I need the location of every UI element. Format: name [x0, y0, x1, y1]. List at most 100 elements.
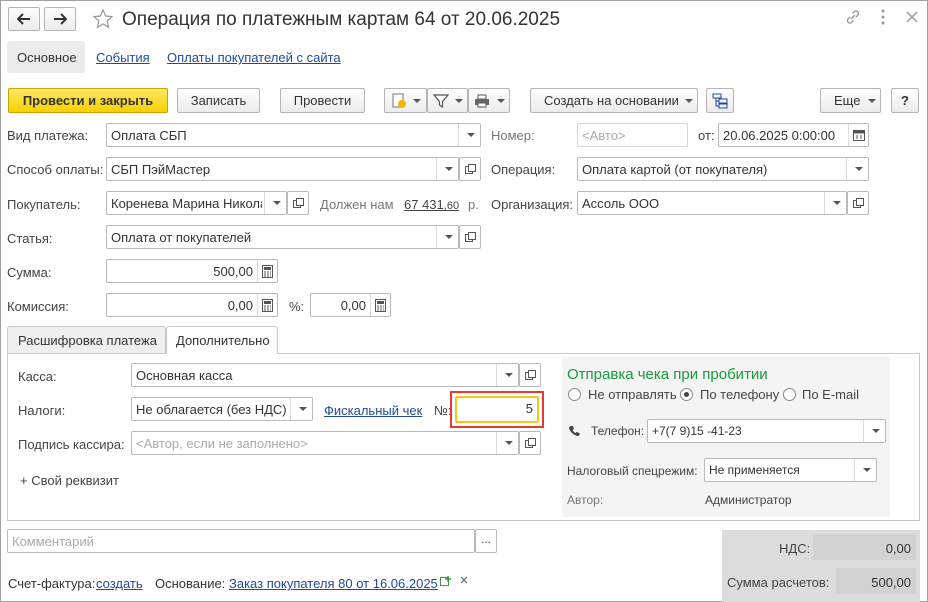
radio-by-phone[interactable] [680, 388, 693, 401]
calculator-icon [375, 299, 386, 312]
chevron-down-icon[interactable] [824, 192, 846, 214]
nav-tab-main-label: Основное [17, 50, 77, 65]
commission-field[interactable]: 0,00 [106, 293, 278, 317]
help-button[interactable]: ? [891, 88, 919, 113]
article-value: Оплата от покупателей [111, 230, 252, 245]
percent-label: %: [289, 299, 305, 314]
debt-cents: ,60 [443, 200, 460, 212]
cash-open-button[interactable] [519, 363, 541, 387]
open-icon [293, 198, 304, 208]
sum-label: Сумма: [7, 265, 52, 280]
organization-field[interactable]: Ассоль ООО [577, 191, 847, 215]
tax-mode-label: Налоговый спецрежим: [567, 464, 698, 478]
chevron-down-icon[interactable] [846, 158, 868, 180]
cash-value: Основная касса [136, 368, 233, 383]
vat-label: НДС: [779, 541, 811, 556]
chevron-down-icon[interactable] [496, 364, 518, 386]
radio-by-email[interactable] [783, 388, 796, 401]
operation-value: Оплата картой (от покупателя) [582, 162, 768, 177]
sum-field[interactable]: 500,00 [106, 259, 278, 283]
payment-type-field[interactable]: Оплата СБП [106, 123, 481, 147]
comment-field[interactable]: Комментарий [7, 529, 475, 553]
payment-method-label: Способ оплаты: [7, 162, 104, 177]
link-icon[interactable] [845, 9, 861, 25]
more-menu-icon[interactable] [880, 9, 886, 25]
basis-label: Основание: [155, 576, 226, 591]
percent-field[interactable]: 0,00 [310, 293, 391, 317]
cash-field[interactable]: Основная касса [131, 363, 519, 387]
cashier-open-button[interactable] [519, 431, 541, 455]
create-based-button[interactable]: Создать на основании [530, 88, 698, 113]
calculator-button[interactable] [370, 294, 390, 316]
tax-mode-field[interactable]: Не применяется [704, 458, 877, 482]
report-button[interactable] [384, 88, 427, 113]
operation-label: Операция: [491, 162, 556, 177]
chevron-down-icon[interactable] [496, 432, 518, 454]
calculator-button[interactable] [257, 260, 277, 282]
taxes-field[interactable]: Не облагается (без НДС) [131, 397, 313, 421]
debt-amount: 67 431 [404, 197, 444, 212]
post-and-close-button[interactable]: Провести и закрыть [8, 88, 168, 113]
taxes-value: Не облагается (без НДС) [136, 402, 287, 417]
calculator-button[interactable] [257, 294, 277, 316]
chevron-down-icon[interactable] [458, 124, 480, 146]
article-open-button[interactable] [459, 225, 481, 249]
article-field[interactable]: Оплата от покупателей [106, 225, 459, 249]
invoice-create-link[interactable]: создать [96, 576, 143, 591]
nav-tab-events[interactable]: События [96, 50, 150, 65]
cashier-field[interactable]: <Автор, если не заполнено> [131, 431, 519, 455]
chevron-down-icon[interactable] [264, 192, 286, 214]
operation-field[interactable]: Оплата картой (от покупателя) [577, 157, 869, 181]
post-button[interactable]: Провести [280, 88, 365, 113]
sum-value: 500,00 [213, 264, 253, 279]
comment-expand-button[interactable]: ... [475, 529, 497, 553]
document-report-icon [392, 93, 406, 108]
back-button[interactable] [8, 7, 40, 31]
number-placeholder: <Авто> [582, 128, 626, 143]
fiscal-receipt-link[interactable]: Фискальный чек [324, 403, 422, 418]
debt-label: Должен нам [320, 197, 394, 212]
chevron-down-icon[interactable] [290, 398, 312, 420]
receipt-number-field[interactable]: 5 [455, 396, 539, 423]
inner-tab-payment-details[interactable]: Расшифровка платежа [7, 326, 166, 353]
cashier-label: Подпись кассира: [18, 437, 125, 452]
buyer-open-button[interactable] [287, 191, 309, 215]
add-basis-icon[interactable] [440, 575, 452, 587]
filter-button[interactable] [427, 88, 468, 113]
chevron-down-icon [413, 99, 421, 103]
chevron-down-icon[interactable] [436, 158, 458, 180]
close-icon[interactable] [906, 11, 918, 23]
payment-method-field[interactable]: СБП ПэйМастер [106, 157, 459, 181]
open-icon [465, 164, 476, 174]
date-label: от: [698, 128, 715, 143]
structure-button[interactable] [706, 88, 734, 113]
basis-link[interactable]: Заказ покупателя 80 от 16.06.2025 [229, 576, 438, 591]
cashier-placeholder: <Автор, если не заполнено> [136, 436, 308, 451]
tax-mode-value: Не применяется [709, 463, 800, 477]
favorite-star-icon[interactable] [92, 8, 114, 30]
payment-method-open-button[interactable] [459, 157, 481, 181]
more-button[interactable]: Еще [820, 88, 881, 113]
chevron-down-icon[interactable] [854, 459, 876, 481]
inner-tab-additional[interactable]: Дополнительно [166, 326, 278, 354]
receipt-title: Отправка чека при пробитии [567, 366, 768, 383]
forward-button[interactable] [44, 7, 76, 31]
open-icon [525, 438, 536, 448]
organization-open-button[interactable] [847, 191, 869, 215]
chevron-down-icon[interactable] [436, 226, 458, 248]
chevron-down-icon[interactable] [863, 420, 885, 442]
add-own-property-button[interactable]: + Свой реквизит [20, 473, 119, 488]
save-button[interactable]: Записать [177, 88, 260, 113]
calendar-button[interactable] [848, 124, 868, 146]
clear-basis-icon[interactable] [460, 576, 468, 584]
buyer-field[interactable]: Коренева Марина Никола [106, 191, 287, 215]
print-button[interactable] [468, 88, 510, 113]
number-field[interactable]: <Авто> [577, 123, 688, 147]
debt-amount-link[interactable]: 67 431,60 [404, 197, 459, 212]
date-field[interactable]: 20.06.2025 0:00:00 [718, 123, 869, 147]
open-icon [853, 198, 864, 208]
payment-type-value: Оплата СБП [111, 128, 187, 143]
phone-field[interactable]: +7(7 9)15 -41-23 [647, 419, 886, 443]
radio-dont-send[interactable] [568, 388, 581, 401]
nav-tab-site-payments[interactable]: Оплаты покупателей с сайта [167, 50, 341, 65]
